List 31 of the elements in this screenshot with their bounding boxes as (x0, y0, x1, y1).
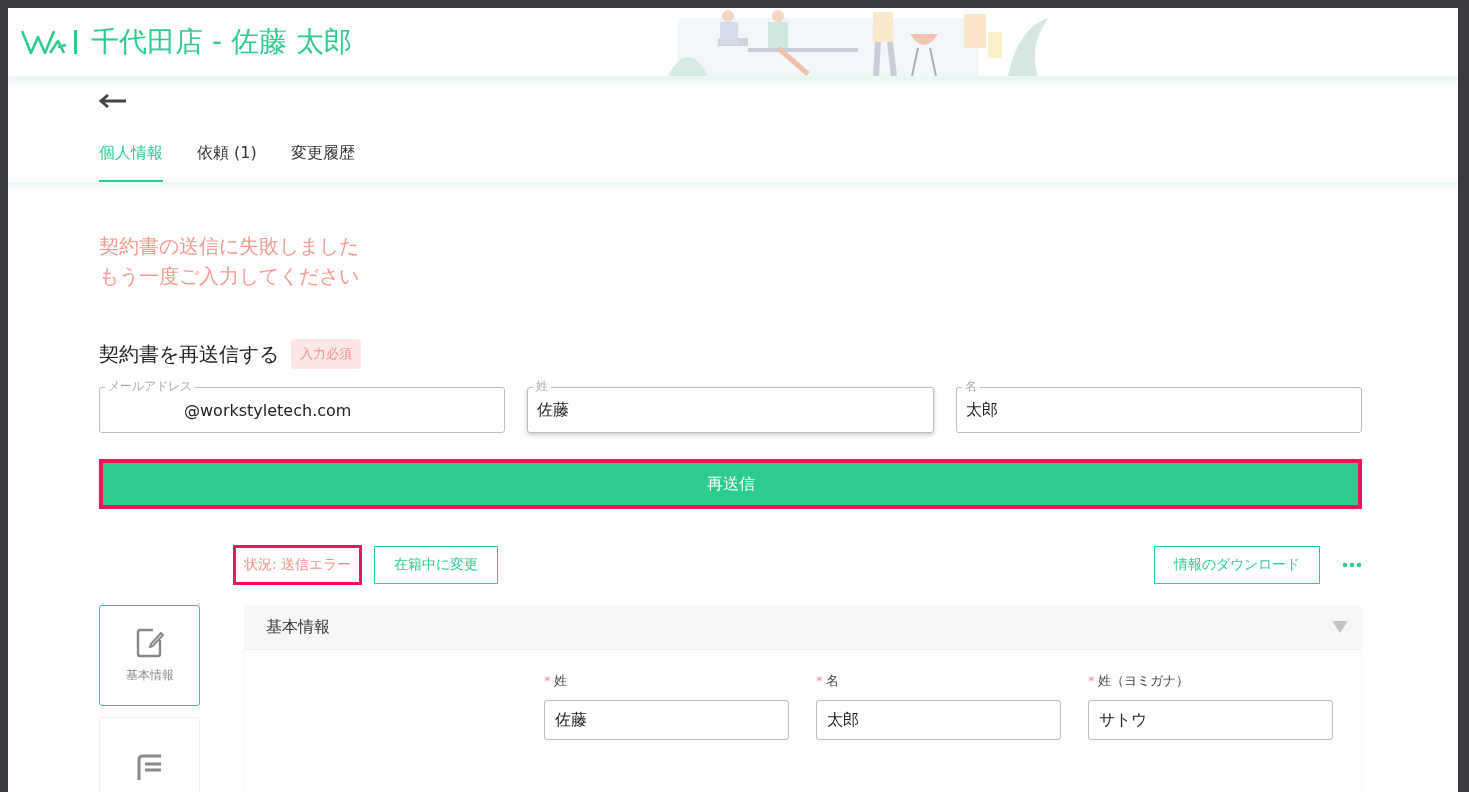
input-field[interactable]: 佐藤 (544, 700, 789, 740)
more-icon[interactable] (1342, 562, 1362, 568)
tab[interactable]: 変更履歴 (290, 143, 355, 182)
input-field[interactable]: 名 太郎 (955, 379, 1362, 433)
edit-icon (134, 627, 165, 659)
section-header[interactable]: 基本情報 (244, 605, 1362, 649)
tab[interactable]: 依頼 (1) (197, 143, 257, 182)
sidebar-item[interactable]: 基本情報 (99, 605, 200, 706)
field-label: * 姓 (544, 672, 568, 690)
page-title: 千代田店 - 佐藤 太郎 (91, 24, 352, 60)
field-label: メールアドレス (105, 379, 195, 393)
status-label: 状況: 送信エラー (233, 545, 363, 585)
field-label: 名 (961, 379, 980, 393)
required-asterisk: * (1088, 673, 1095, 688)
back-arrow-icon[interactable] (99, 94, 127, 108)
field-label: * 名 (816, 672, 840, 690)
section-title: 契約書を再送信する (99, 340, 279, 368)
input-field[interactable]: 太郎 (816, 700, 1061, 740)
error-message: 契約書の送信に失敗しました (99, 233, 360, 260)
required-asterisk: * (816, 673, 823, 688)
input-field[interactable]: 姓 佐藤 (527, 379, 934, 433)
required-badge: 入力必須 (291, 339, 361, 369)
logo-divider (74, 30, 77, 54)
field-label: 姓 (533, 379, 552, 393)
section-title: 基本情報 (266, 616, 330, 638)
input-field[interactable]: メールアドレス @workstyletech.com (99, 379, 506, 433)
field-label: * 姓（ヨミガナ） (1088, 672, 1190, 690)
input-field[interactable]: サトウ (1088, 700, 1333, 740)
required-asterisk: * (544, 673, 551, 688)
sidebar-item[interactable] (99, 717, 200, 792)
error-message: もう一度ご入力してください (99, 263, 360, 290)
